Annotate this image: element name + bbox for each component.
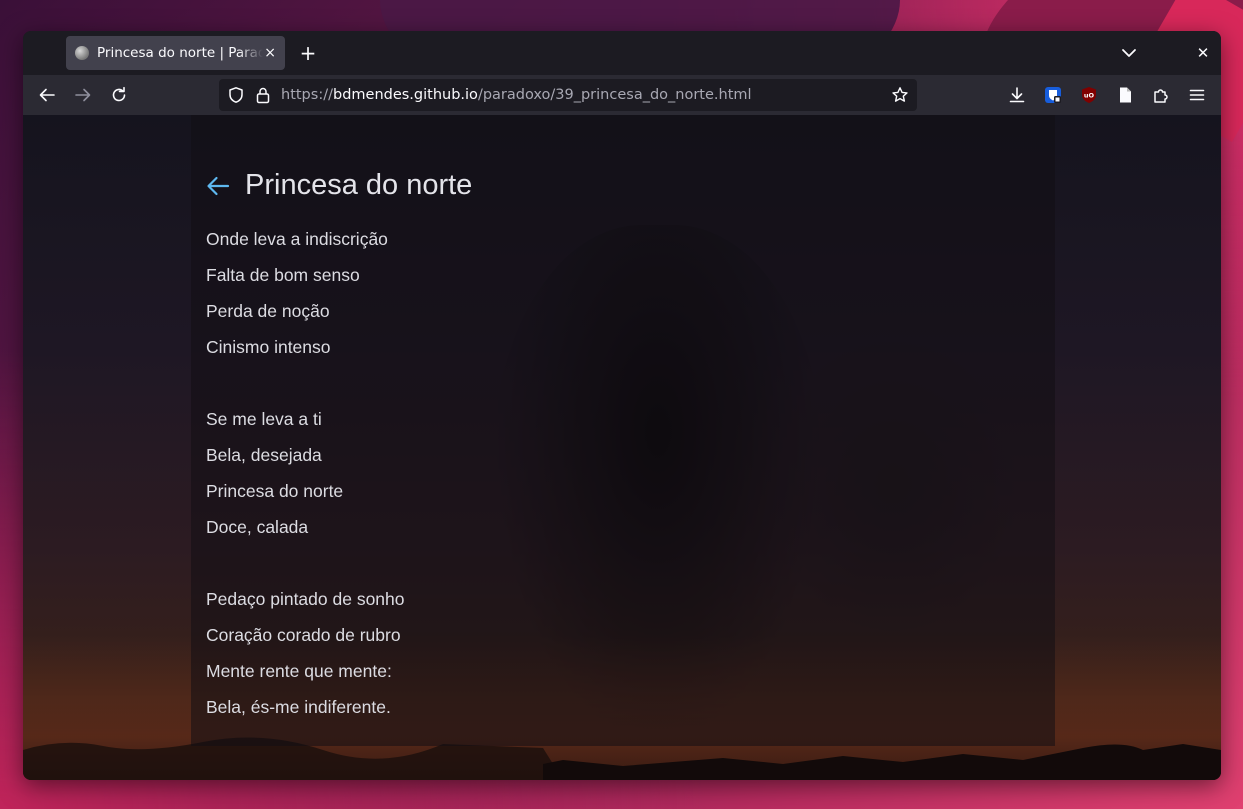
reader-icon [1120,87,1131,103]
downloads-button[interactable] [1005,83,1029,107]
download-icon [1009,87,1025,103]
ublock-extension-button[interactable]: uO [1077,83,1101,107]
list-all-tabs-button[interactable] [1119,43,1139,63]
lock-icon[interactable] [255,86,271,104]
menu-icon [1189,89,1205,101]
reload-icon [112,86,126,102]
poem-line: Se me leva a ti [206,409,322,429]
tab-title: Princesa do norte | Paradoxo [97,45,264,61]
browser-window: Princesa do norte | Paradoxo × + ✕ [23,31,1221,780]
navigation-toolbar: https://bdmendes.github.io/paradoxo/39_p… [23,75,1221,115]
poem-line: Bela, desejada [206,445,322,465]
extensions-icon [1154,89,1168,103]
stanza: Pedaço pintado de sonho Coração corado d… [206,581,405,725]
stanza: Se me leva a ti Bela, desejada Princesa … [206,401,405,545]
tab-bar: Princesa do norte | Paradoxo × + ✕ [23,31,1221,75]
arrow-left-icon [207,176,230,195]
shield-icon[interactable] [227,86,245,104]
poem-line: Coração corado de rubro [206,625,401,645]
chevron-down-icon [1122,49,1136,57]
reader-view-button[interactable] [1113,83,1137,107]
poem-line: Cinismo intenso [206,337,331,357]
bookmark-star-icon[interactable] [891,86,909,104]
tab-close-icon[interactable]: × [263,46,277,60]
bitwarden-extension-button[interactable] [1041,83,1065,107]
new-tab-button[interactable]: + [297,41,319,65]
stanza: Onde leva a indiscrição Falta de bom sen… [206,221,405,365]
poem-line: Bela, és-me indiferente. [206,697,391,717]
ublock-extension-icon: uO [1082,87,1096,103]
bitwarden-extension-icon [1045,87,1061,103]
app-menu-button[interactable] [1185,83,1209,107]
forward-button[interactable] [71,83,95,107]
poem: Onde leva a indiscrição Falta de bom sen… [206,221,405,761]
back-button[interactable] [35,83,59,107]
url-bar[interactable]: https://bdmendes.github.io/paradoxo/39_p… [219,79,917,111]
poem-line: Mente rente que mente: [206,661,392,681]
poem-line: Doce, calada [206,517,309,537]
reload-button[interactable] [107,83,131,107]
window-close-button[interactable]: ✕ [1193,43,1213,63]
moon-favicon-icon [75,46,89,60]
page-title: Princesa do norte [245,169,473,201]
poem-line: Falta de bom senso [206,265,360,285]
svg-text:uO: uO [1084,92,1095,100]
extensions-button[interactable] [1149,83,1173,107]
poem-line: Pedaço pintado de sonho [206,589,405,609]
back-icon [39,88,55,102]
url-scheme: https:// [281,87,333,103]
active-tab[interactable]: Princesa do norte | Paradoxo × [66,36,285,70]
poem-line: Perda de noção [206,301,330,321]
poem-line: Princesa do norte [206,481,344,501]
page-viewport: Princesa do norte Onde leva a indiscriçã… [23,115,1221,780]
poem-line: Onde leva a indiscrição [206,229,388,249]
forward-icon [75,88,91,102]
url-host: bdmendes.github.io [332,87,478,103]
back-link[interactable] [205,173,231,199]
url-path: /paradoxo/39_princesa_do_norte.html [477,87,752,103]
url-text[interactable]: https://bdmendes.github.io/paradoxo/39_p… [281,79,752,111]
page-header: Princesa do norte [205,169,472,202]
